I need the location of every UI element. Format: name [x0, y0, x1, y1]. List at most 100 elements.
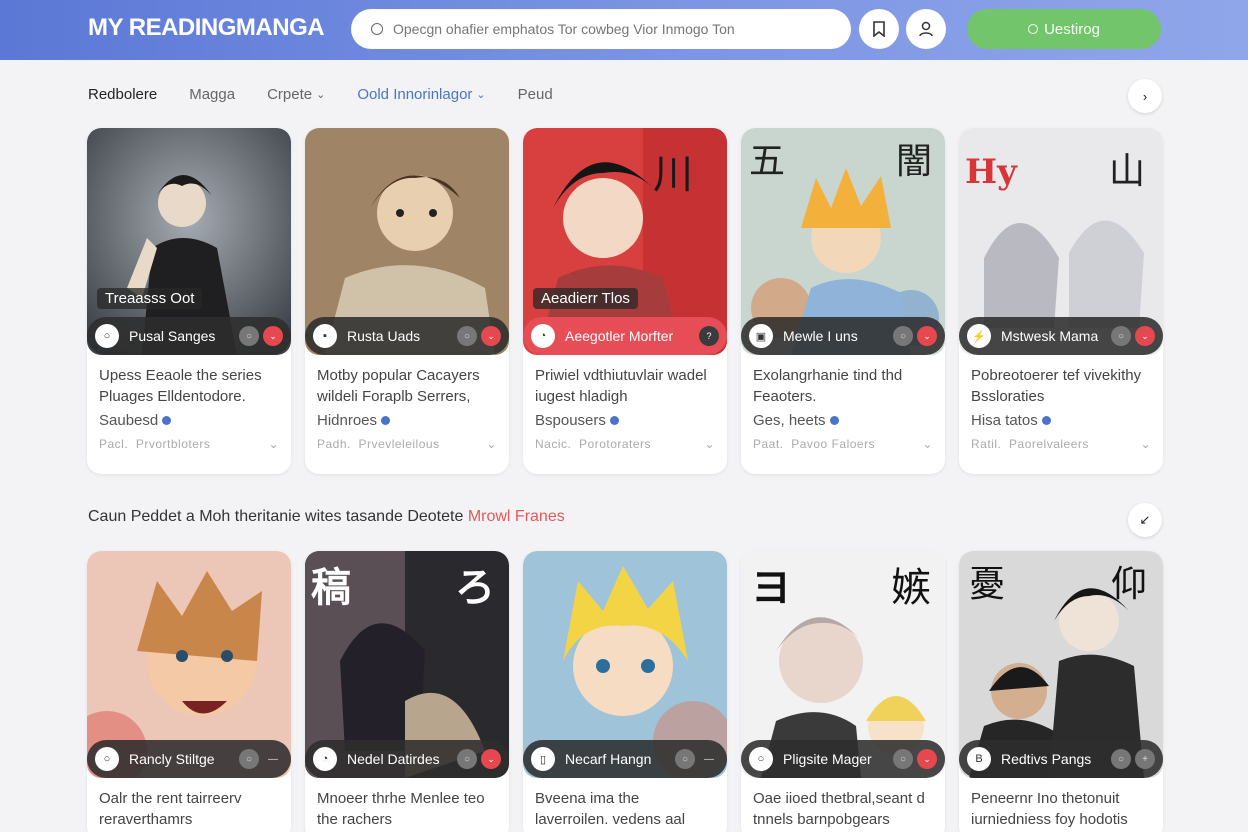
manga-card[interactable]: Treaasss Oot ○ Pusal Sanges ○ ⌄ Upess Ee…	[87, 128, 291, 474]
nav-item-redbolere[interactable]: Redbolere	[88, 86, 157, 103]
nav-item-peud[interactable]: Peud	[518, 86, 553, 103]
manga-card[interactable]: 憂 仰 B Redtivs Pangs ○ + Peneernr Ino the…	[959, 551, 1163, 832]
cover-image[interactable]: ▯ Necarf Hangn ○ —	[523, 551, 727, 778]
manga-card[interactable]: 川 Aeadierr Tlos ◔ Aeegotler Morfter ? Pr…	[523, 128, 727, 474]
cover-badge: Treaasss Oot	[97, 288, 203, 309]
chevron-down-icon: ⌄	[316, 88, 326, 101]
manga-card[interactable]: ▪ Rusta Uads ○ ⌄ Motby popular Cacayers …	[305, 128, 509, 474]
info-icon[interactable]: ○	[239, 326, 259, 346]
add-icon[interactable]: +	[1135, 749, 1155, 769]
manga-card[interactable]: 稿 ろ ◔ Nedel Datirdes ○ ⌄ Mnoeer thrhe Me…	[305, 551, 509, 832]
svg-text:ヨ: ヨ	[751, 565, 791, 611]
foot-label: Padh. Prvevleleilous	[317, 437, 440, 451]
manga-author: Hidnroes	[317, 412, 378, 429]
nav-item-magga[interactable]: Magga	[189, 86, 235, 103]
book-icon: ▪	[313, 324, 337, 348]
info-icon[interactable]: ○	[675, 749, 695, 769]
nav-item-oold[interactable]: Oold Innorinlagor ⌄	[357, 86, 485, 103]
section-highlight-link[interactable]: Mrowl Franes	[468, 508, 565, 525]
section-title: Caun Peddet a Moh theritanie wites tasan…	[88, 508, 565, 526]
search-input[interactable]	[393, 21, 833, 37]
cover-image[interactable]: Hy 山 ⚡ Mstwesk Mama ○ ⌄	[959, 128, 1163, 355]
manga-card[interactable]: ○ Rancly Stiltge ○ — Oalr the rent tairr…	[87, 551, 291, 832]
svg-text:稿: 稿	[311, 565, 351, 611]
info-icon[interactable]: ○	[457, 749, 477, 769]
cover-image[interactable]: ○ Rancly Stiltge ○ —	[87, 551, 291, 778]
chevron-down-icon[interactable]: ⌄	[486, 437, 497, 451]
title-pill[interactable]: B Redtivs Pangs ○ +	[959, 740, 1163, 778]
chevron-down-icon[interactable]: ⌄	[268, 437, 279, 451]
search-icon	[371, 23, 383, 35]
svg-text:嫉: 嫉	[891, 565, 931, 611]
manga-card[interactable]: ヨ 嫉 ○ Pligsite Mager ○ ⌄ Oae iioed thetb…	[741, 551, 945, 832]
info-icon[interactable]: ○	[1111, 749, 1131, 769]
manga-description: Exolangrhanie tind thd Feaoters.	[753, 367, 903, 405]
image-icon: ▣	[749, 324, 773, 348]
expand-icon: ↙	[1139, 512, 1151, 527]
expand-icon[interactable]: ⌄	[1135, 326, 1155, 346]
info-icon[interactable]: ○	[893, 749, 913, 769]
nav-item-crpete[interactable]: Crpete ⌄	[267, 86, 325, 103]
title-pill[interactable]: ⚡ Mstwesk Mama ○ ⌄	[959, 317, 1163, 355]
cover-image[interactable]: 稿 ろ ◔ Nedel Datirdes ○ ⌄	[305, 551, 509, 778]
expand-icon[interactable]: ?	[699, 326, 719, 346]
minus-icon[interactable]: —	[263, 749, 283, 769]
clock-icon: ◔	[313, 747, 337, 771]
manga-description: Motby popular Cacayers wildeli Foraplb S…	[317, 367, 480, 405]
cover-image[interactable]: 川 Aeadierr Tlos ◔ Aeegotler Morfter ?	[523, 128, 727, 355]
title-pill[interactable]: ○ Pligsite Mager ○ ⌄	[741, 740, 945, 778]
foot-label: Pacl. Prvortbloters	[99, 437, 211, 451]
cover-image[interactable]: Treaasss Oot ○ Pusal Sanges ○ ⌄	[87, 128, 291, 355]
nav-label: Magga	[189, 85, 236, 103]
manga-author: Hisa tatos	[971, 412, 1038, 429]
svg-text:川: 川	[653, 152, 693, 198]
chevron-down-icon[interactable]: ⌄	[922, 437, 933, 451]
nav-label: Redbolere	[88, 85, 158, 103]
manga-title: Necarf Hangn	[565, 751, 652, 767]
account-button[interactable]	[906, 9, 946, 49]
manga-card[interactable]: Hy 山 ⚡ Mstwesk Mama ○ ⌄ Pobreotoerer tef…	[959, 128, 1163, 474]
bookmark-icon: B	[967, 747, 991, 771]
chevron-down-icon: ⌄	[476, 88, 486, 101]
title-pill[interactable]: ○ Rancly Stiltge ○ —	[87, 740, 291, 778]
minus-icon[interactable]: —	[699, 749, 719, 769]
search-bar[interactable]	[351, 9, 851, 49]
site-logo[interactable]: MY READINGMANGA	[88, 14, 325, 42]
scroll-next-button[interactable]: ›	[1128, 79, 1162, 113]
info-icon[interactable]: ○	[457, 326, 477, 346]
bookmark-button[interactable]	[859, 9, 899, 49]
manga-title: Rusta Uads	[347, 328, 421, 344]
svg-text:仰: 仰	[1111, 564, 1147, 605]
cover-image[interactable]: ▪ Rusta Uads ○ ⌄	[305, 128, 509, 355]
title-pill[interactable]: ○ Pusal Sanges ○ ⌄	[87, 317, 291, 355]
expand-icon[interactable]: ⌄	[917, 326, 937, 346]
title-pill[interactable]: ▣ Mewle I uns ○ ⌄	[741, 317, 945, 355]
chevron-down-icon[interactable]: ⌄	[1140, 437, 1151, 451]
title-pill[interactable]: ◔ Aeegotler Morfter ?	[523, 317, 727, 355]
title-pill[interactable]: ◔ Nedel Datirdes ○ ⌄	[305, 740, 509, 778]
chevron-down-icon[interactable]: ⌄	[704, 437, 715, 451]
manga-description: Mnoeer thrhe Menlee teo the rachers	[317, 790, 485, 828]
cover-image[interactable]: 憂 仰 B Redtivs Pangs ○ +	[959, 551, 1163, 778]
manga-card[interactable]: ▯ Necarf Hangn ○ — Bveena ima the laverr…	[523, 551, 727, 832]
foot-label: Ratil. Paorelvaleers	[971, 437, 1089, 451]
expand-icon[interactable]: ⌄	[481, 326, 501, 346]
cover-image[interactable]: 五 闇 ▣ Mewle I uns ○ ⌄	[741, 128, 945, 355]
title-pill[interactable]: ▪ Rusta Uads ○ ⌄	[305, 317, 509, 355]
expand-icon[interactable]: ⌄	[481, 749, 501, 769]
verified-icon	[381, 416, 391, 425]
manga-card[interactable]: 五 闇 ▣ Mewle I uns ○ ⌄ Exolangrhanie tind…	[741, 128, 945, 474]
info-icon[interactable]: ○	[239, 749, 259, 769]
circle-icon: ○	[95, 747, 119, 771]
svg-text:憂: 憂	[969, 564, 1005, 605]
manga-title: Pligsite Mager	[783, 751, 872, 767]
expand-icon[interactable]: ⌄	[917, 749, 937, 769]
login-button[interactable]: Uestirog	[967, 9, 1161, 49]
manga-description: Upess Eeaole the series Pluages Elldento…	[99, 367, 262, 405]
info-icon[interactable]: ○	[1111, 326, 1131, 346]
expand-icon[interactable]: ⌄	[263, 326, 283, 346]
title-pill[interactable]: ▯ Necarf Hangn ○ —	[523, 740, 727, 778]
section-expand-button[interactable]: ↙	[1128, 503, 1162, 537]
cover-image[interactable]: ヨ 嫉 ○ Pligsite Mager ○ ⌄	[741, 551, 945, 778]
info-icon[interactable]: ○	[893, 326, 913, 346]
